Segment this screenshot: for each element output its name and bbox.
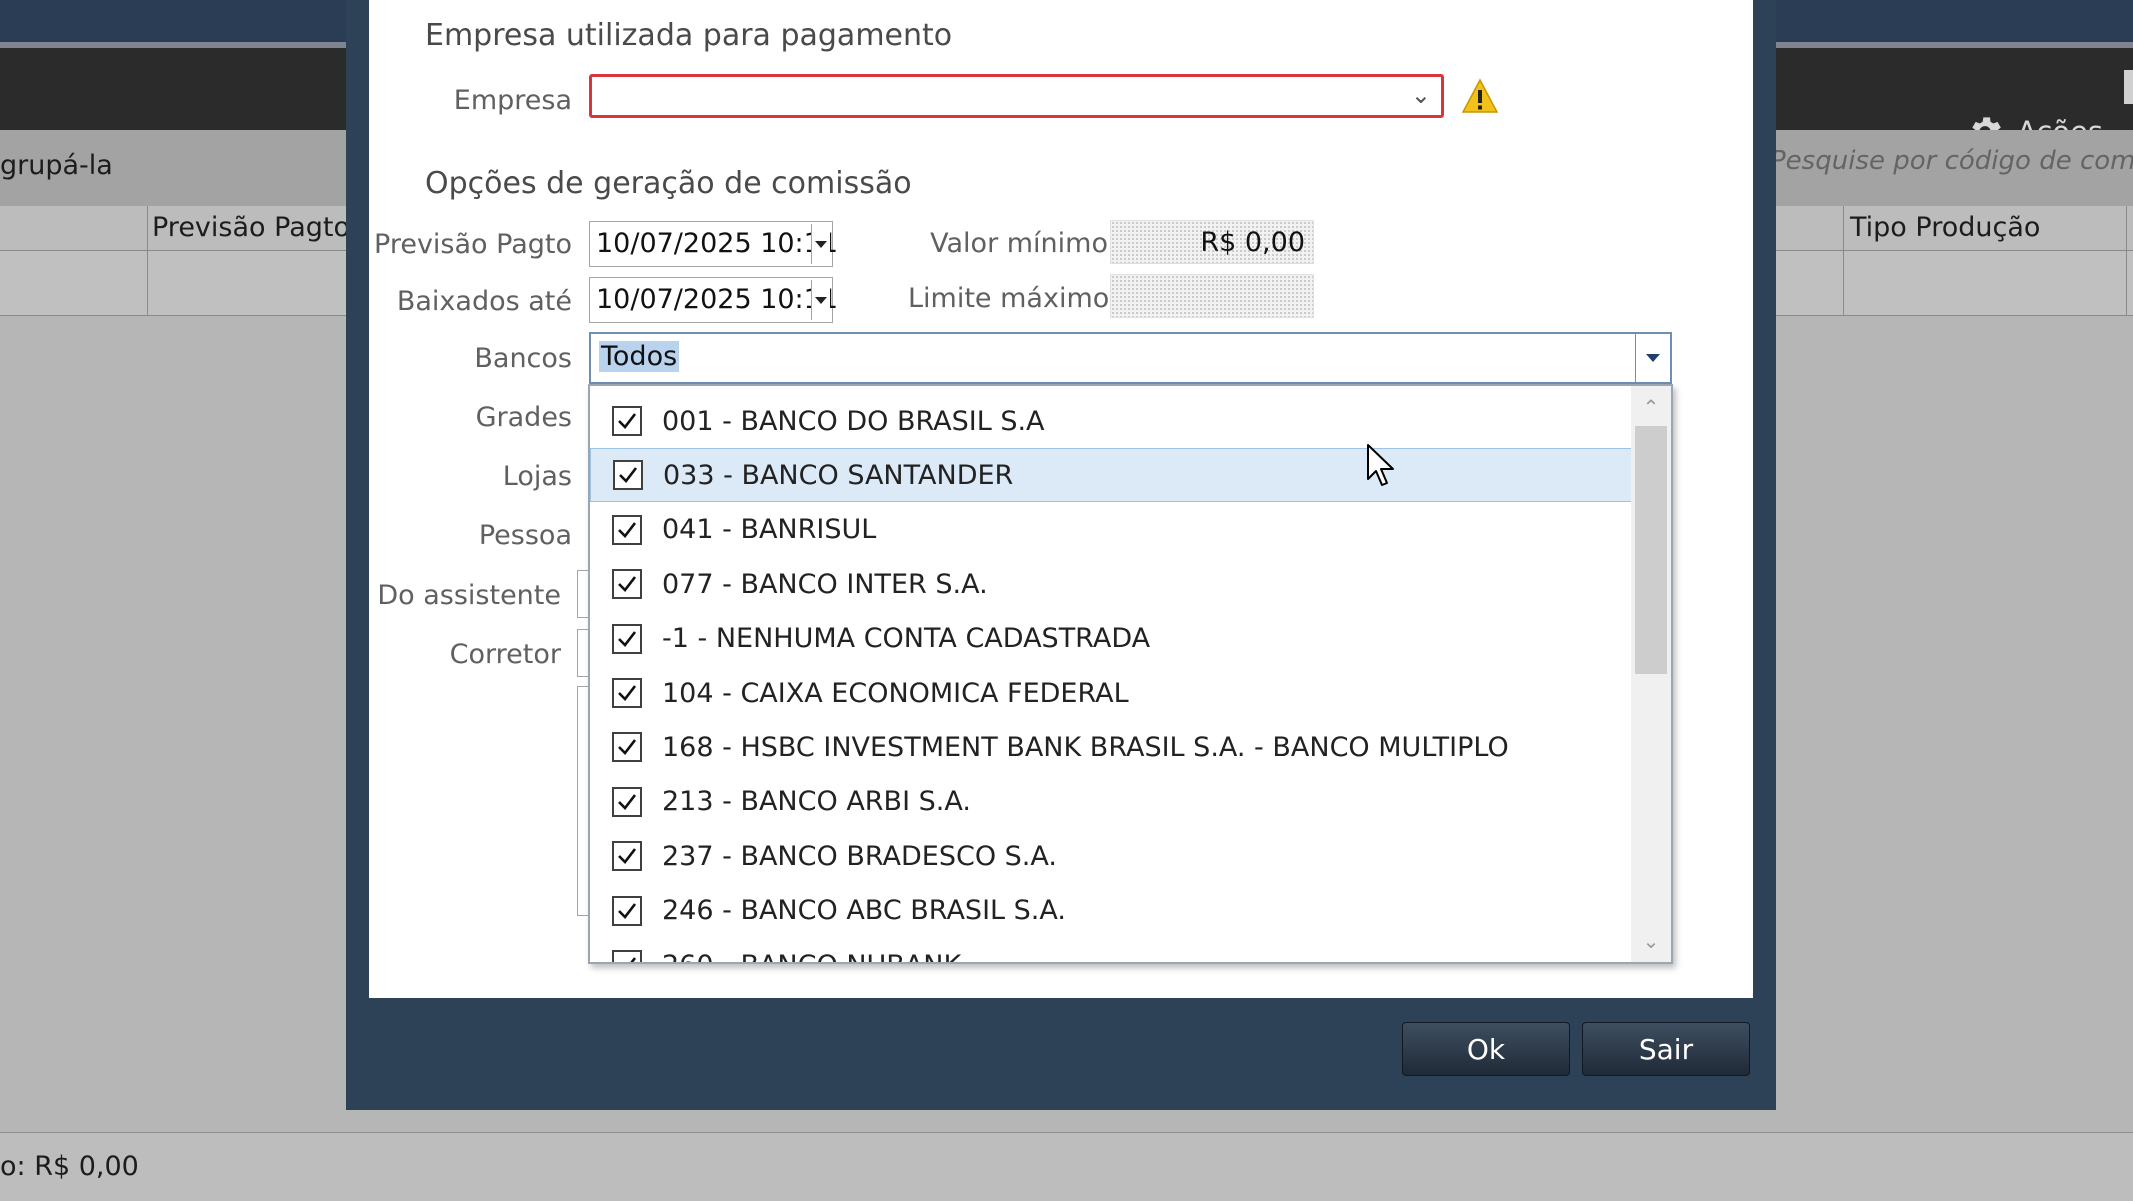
bancos-dropdown-list[interactable]: 001 - BANCO DO BRASIL S.A 033 - BANCO SAN…: [588, 384, 1673, 964]
chevron-up-icon[interactable]: ⌃: [1631, 390, 1671, 424]
section-empresa-title: Empresa utilizada para pagamento: [425, 18, 953, 53]
bancos-option-label: 168 - HSBC INVESTMENT BANK BRASIL S.A. -…: [662, 731, 1509, 763]
column-previsao-pagto[interactable]: Previsão Pagto: [152, 212, 350, 243]
baixados-ate-label: Baixados até: [396, 286, 572, 317]
previsao-pagto-datepicker[interactable]: 10/07/2025 10:11: [589, 221, 838, 267]
checkmark-icon: [618, 848, 637, 865]
valor-minimo-label: Valor mínimo: [930, 228, 1108, 259]
date-dropdown-icon[interactable]: [811, 224, 830, 264]
bancos-option-checkbox[interactable]: [612, 786, 642, 817]
lojas-label: Lojas: [502, 461, 572, 492]
bancos-option[interactable]: 001 - BANCO DO BRASIL S.A: [590, 394, 1632, 448]
bancos-option-checkbox[interactable]: [612, 678, 642, 708]
bancos-option[interactable]: 104 - CAIXA ECONOMICA FEDERAL: [590, 666, 1632, 720]
checkmark-icon: [618, 739, 637, 756]
bancos-option-checkbox[interactable]: [612, 732, 642, 763]
bancos-dropdown-button[interactable]: [1635, 334, 1670, 382]
bancos-option-checkbox[interactable]: [612, 406, 642, 436]
do-assistente-label: Do assistente: [377, 580, 561, 611]
bancos-option[interactable]: 033 - BANCO SANTANDER: [590, 448, 1632, 503]
grid-column-separator: [1843, 251, 1844, 315]
empresa-combobox[interactable]: ⌄: [589, 74, 1444, 118]
mouse-cursor-icon: [1367, 444, 1394, 486]
corretor-label: Corretor: [449, 639, 561, 670]
section-opcoes-title: Opções de geração de comissão: [425, 166, 912, 201]
bancos-option[interactable]: 077 - BANCO INTER S.A.: [590, 557, 1632, 611]
checkmark-icon: [618, 630, 637, 647]
chevron-down-icon[interactable]: ⌄: [1631, 924, 1671, 958]
checkmark-icon: [630, 957, 637, 962]
status-total-text: o: R$ 0,00: [0, 1151, 139, 1182]
bancos-option-label: 041 - BANRISUL: [662, 514, 877, 546]
baixados-ate-value: 10/07/2025 10:11: [596, 284, 839, 315]
checkmark-icon: [618, 794, 637, 810]
bancos-option[interactable]: 168 - HSBC INVESTMENT BANK BRASIL S.A. -…: [590, 720, 1632, 774]
bancos-option-label: 077 - BANCO INTER S.A.: [662, 568, 988, 600]
checkmark-icon: [618, 522, 637, 538]
previsao-pagto-value: 10/07/2025 10:11: [596, 228, 839, 259]
sair-button[interactable]: Sair: [1582, 1022, 1750, 1076]
warning-icon: [1461, 78, 1499, 113]
bancos-label: Bancos: [474, 343, 572, 374]
ok-button[interactable]: Ok: [1402, 1022, 1570, 1076]
bancos-option-checkbox[interactable]: [613, 460, 643, 491]
bancos-option-label: 260 - BANCO NUBANK: [662, 950, 961, 963]
chevron-down-icon[interactable]: ⌄: [1411, 81, 1431, 109]
bancos-option-label: 104 - CAIXA ECONOMICA FEDERAL: [662, 677, 1129, 709]
bancos-option-label: -1 - NENHUMA CONTA CADASTRADA: [662, 623, 1151, 655]
bancos-option-checkbox[interactable]: [612, 950, 642, 962]
limite-maximo-label: Limite máximo: [908, 283, 1110, 314]
previsao-pagto-label: Previsão Pagto: [374, 229, 572, 260]
checkmark-icon: [618, 902, 637, 919]
valor-minimo-input[interactable]: R$ 0,00: [1110, 220, 1314, 264]
checkmark-icon: [619, 467, 638, 484]
search-input[interactable]: Pesquise por código de comiss: [1770, 146, 2133, 176]
group-hint-text: grupá-la: [0, 150, 113, 181]
status-bar: o: R$ 0,00: [0, 1132, 2133, 1201]
grid-column-separator: [147, 251, 148, 315]
bancos-option[interactable]: 041 - BANRISUL: [590, 503, 1632, 557]
bancos-option[interactable]: 213 - BANCO ARBI S.A.: [590, 775, 1632, 829]
bancos-selected-text[interactable]: Todos: [599, 341, 680, 372]
bancos-option-label: 237 - BANCO BRADESCO S.A.: [662, 840, 1057, 872]
toolbar-edge-button[interactable]: [2124, 70, 2133, 104]
bancos-option-label: 001 - BANCO DO BRASIL S.A: [662, 405, 1045, 437]
grid-column-separator: [147, 206, 148, 250]
grid-column-separator: [2126, 251, 2127, 315]
bancos-option-checkbox[interactable]: [612, 569, 642, 600]
scrollbar-thumb[interactable]: [1635, 426, 1667, 674]
checkmark-icon: [618, 576, 637, 593]
bancos-option-label: 033 - BANCO SANTANDER: [663, 459, 1014, 491]
bancos-option-checkbox[interactable]: [612, 841, 642, 872]
checkmark-icon: [618, 685, 637, 701]
column-tipo-producao[interactable]: Tipo Produção: [1850, 212, 2040, 243]
bancos-option-checkbox[interactable]: [612, 895, 642, 926]
grid-column-separator: [1843, 206, 1844, 250]
empresa-label: Empresa: [453, 85, 572, 116]
limite-maximo-input[interactable]: [1110, 274, 1314, 318]
pessoa-label: Pessoa: [478, 520, 572, 551]
bancos-option[interactable]: 237 - BANCO BRADESCO S.A.: [590, 829, 1632, 883]
bancos-option[interactable]: 260 - BANCO NUBANK: [590, 938, 1632, 963]
bancos-option-checkbox[interactable]: [612, 514, 642, 545]
grid-column-separator: [2126, 206, 2127, 250]
bancos-combobox[interactable]: Todos: [589, 332, 1672, 384]
bancos-option-label: 246 - BANCO ABC BRASIL S.A.: [662, 895, 1066, 927]
checkmark-icon: [618, 413, 637, 429]
bancos-option-label: 213 - BANCO ARBI S.A.: [662, 786, 971, 818]
bancos-option[interactable]: 246 - BANCO ABC BRASIL S.A.: [590, 884, 1632, 938]
date-dropdown-icon[interactable]: [811, 280, 830, 320]
bancos-option-checkbox[interactable]: [612, 623, 642, 654]
baixados-ate-datepicker[interactable]: 10/07/2025 10:11: [589, 277, 838, 323]
grades-label: Grades: [475, 402, 572, 433]
dropdown-scrollbar[interactable]: ⌃ ⌄: [1631, 386, 1671, 962]
bancos-option[interactable]: -1 - NENHUMA CONTA CADASTRADA: [590, 612, 1632, 666]
